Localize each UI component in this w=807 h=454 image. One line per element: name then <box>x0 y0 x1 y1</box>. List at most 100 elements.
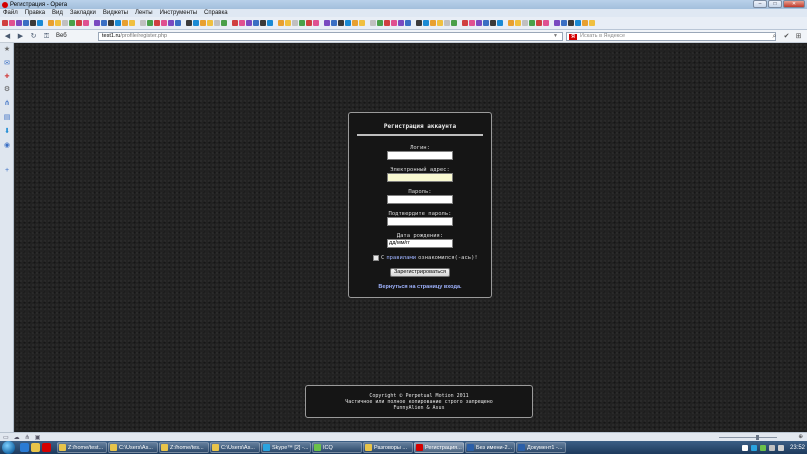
bookmark-favicon-icon[interactable] <box>483 20 489 26</box>
register-button[interactable]: Зарегистрироваться <box>390 268 450 277</box>
zoom-slider[interactable] <box>719 437 777 438</box>
taskbar-task-button[interactable]: Z:/home/tes... <box>159 442 209 453</box>
bookmark-favicon-icon[interactable] <box>529 20 535 26</box>
bookmark-favicon-icon[interactable] <box>299 20 305 26</box>
opera-quicklaunch-icon[interactable] <box>42 443 51 452</box>
bookmark-favicon-icon[interactable] <box>16 20 22 26</box>
reload-icon[interactable]: ↻ <box>28 32 39 41</box>
bookmark-favicon-icon[interactable] <box>147 20 153 26</box>
bookmark-favicon-icon[interactable] <box>469 20 475 26</box>
bookmark-favicon-icon[interactable] <box>108 20 114 26</box>
bookmark-favicon-icon[interactable] <box>253 20 259 26</box>
notes-icon[interactable]: ▤ <box>3 114 11 122</box>
taskbar-task-button[interactable]: Skype™ [2] -... <box>261 442 311 453</box>
bookmark-favicon-icon[interactable] <box>207 20 213 26</box>
tray-skype-icon[interactable] <box>750 444 757 451</box>
bookmark-favicon-icon[interactable] <box>232 20 238 26</box>
bookmark-favicon-icon[interactable] <box>515 20 521 26</box>
bookmark-favicon-icon[interactable] <box>359 20 365 26</box>
bookmark-favicon-icon[interactable] <box>430 20 436 26</box>
menu-widgets[interactable]: Виджеты <box>103 10 128 16</box>
bookmark-favicon-icon[interactable] <box>122 20 128 26</box>
bookmark-favicon-icon[interactable] <box>101 20 107 26</box>
add-panel-icon[interactable]: + <box>3 167 11 175</box>
bookmark-favicon-icon[interactable] <box>76 20 82 26</box>
tray-network-icon[interactable] <box>768 444 775 451</box>
email-input[interactable] <box>387 173 453 182</box>
start-button[interactable] <box>2 441 15 454</box>
minimize-button[interactable]: – <box>753 0 767 8</box>
settings-gear-icon[interactable]: ⚙ <box>3 86 11 94</box>
panel-toggle-icon[interactable]: ▭ <box>3 434 9 441</box>
taskbar-task-button[interactable]: C:\Users\As... <box>108 442 158 453</box>
taskbar-task-button[interactable]: Разговоры ... <box>363 442 413 453</box>
bookmark-favicon-icon[interactable] <box>331 20 337 26</box>
bookmark-favicon-icon[interactable] <box>62 20 68 26</box>
bookmark-favicon-icon[interactable] <box>416 20 422 26</box>
url-dropdown-icon[interactable]: ▼ <box>553 33 558 39</box>
menu-edit[interactable]: Правка <box>25 10 45 16</box>
bookmark-favicon-icon[interactable] <box>522 20 528 26</box>
menu-feeds[interactable]: Ленты <box>135 10 153 16</box>
search-input[interactable]: Я Искать в Яндексе <box>566 32 776 41</box>
menu-extra-icon[interactable]: ⊞ <box>794 32 803 41</box>
bookmark-favicon-icon[interactable] <box>568 20 574 26</box>
bookmark-favicon-icon[interactable] <box>384 20 390 26</box>
menu-view[interactable]: Вид <box>52 10 63 16</box>
cloud-icon[interactable]: ☁ <box>14 434 20 441</box>
bookmark-favicon-icon[interactable] <box>154 20 160 26</box>
bookmark-favicon-icon[interactable] <box>140 20 146 26</box>
bookmark-favicon-icon[interactable] <box>476 20 482 26</box>
bookmark-favicon-icon[interactable] <box>543 20 549 26</box>
menu-file[interactable]: Файл <box>3 10 18 16</box>
back-arrow-icon[interactable]: ◀ <box>2 32 13 41</box>
speed-dial-label[interactable]: Веб <box>56 33 67 39</box>
maximize-button[interactable]: □ <box>768 0 782 8</box>
bookmark-favicon-icon[interactable] <box>345 20 351 26</box>
birthdate-input[interactable]: дд/мм/гг <box>387 239 453 248</box>
tray-volume-icon[interactable] <box>777 444 784 451</box>
menu-help[interactable]: Справка <box>204 10 228 16</box>
tray-arrow-icon[interactable] <box>741 444 748 451</box>
bookmark-favicon-icon[interactable] <box>324 20 330 26</box>
bookmark-favicon-icon[interactable] <box>175 20 181 26</box>
bookmark-favicon-icon[interactable] <box>83 20 89 26</box>
bookmark-favicon-icon[interactable] <box>589 20 595 26</box>
bookmark-favicon-icon[interactable] <box>554 20 560 26</box>
bookmark-favicon-icon[interactable] <box>405 20 411 26</box>
taskbar-task-button[interactable]: ICQ <box>312 442 362 453</box>
zoom-slider-knob[interactable] <box>756 435 759 440</box>
bookmark-favicon-icon[interactable] <box>221 20 227 26</box>
bookmark-favicon-icon[interactable] <box>30 20 36 26</box>
login-input[interactable] <box>387 151 453 160</box>
bookmark-favicon-icon[interactable] <box>398 20 404 26</box>
bookmark-favicon-icon[interactable] <box>214 20 220 26</box>
mail-icon[interactable]: ✉ <box>3 60 11 68</box>
back-to-login-link[interactable]: Вернуться на страницу входа. <box>349 284 491 290</box>
bookmark-favicon-icon[interactable] <box>94 20 100 26</box>
tray-icq-icon[interactable] <box>759 444 766 451</box>
widget-icon[interactable]: ✚ <box>3 73 11 81</box>
share-icon[interactable]: ⋔ <box>3 100 11 108</box>
bookmark-favicon-icon[interactable] <box>285 20 291 26</box>
taskbar-task-button[interactable]: Регистрация... <box>414 442 464 453</box>
bookmark-favicon-icon[interactable] <box>352 20 358 26</box>
bookmark-favicon-icon[interactable] <box>193 20 199 26</box>
bookmark-favicon-icon[interactable] <box>370 20 376 26</box>
bookmark-favicon-icon[interactable] <box>161 20 167 26</box>
menu-bookmarks[interactable]: Закладки <box>70 10 96 16</box>
key-icon[interactable]: ⚿ <box>41 32 52 41</box>
taskbar-task-button[interactable]: C:\Users\As... <box>210 442 260 453</box>
bookmark-favicon-icon[interactable] <box>186 20 192 26</box>
star-bookmarks-icon[interactable]: ★ <box>3 46 11 54</box>
bookmark-favicon-icon[interactable] <box>260 20 266 26</box>
bookmark-favicon-icon[interactable] <box>9 20 15 26</box>
bookmark-favicon-icon[interactable] <box>437 20 443 26</box>
bookmark-favicon-icon[interactable] <box>423 20 429 26</box>
close-window-button[interactable]: ✕ <box>783 0 805 8</box>
bookmark-favicon-icon[interactable] <box>490 20 496 26</box>
bookmark-favicon-icon[interactable] <box>377 20 383 26</box>
bookmark-favicon-icon[interactable] <box>582 20 588 26</box>
bookmark-favicon-icon[interactable] <box>23 20 29 26</box>
bookmark-favicon-icon[interactable] <box>115 20 121 26</box>
